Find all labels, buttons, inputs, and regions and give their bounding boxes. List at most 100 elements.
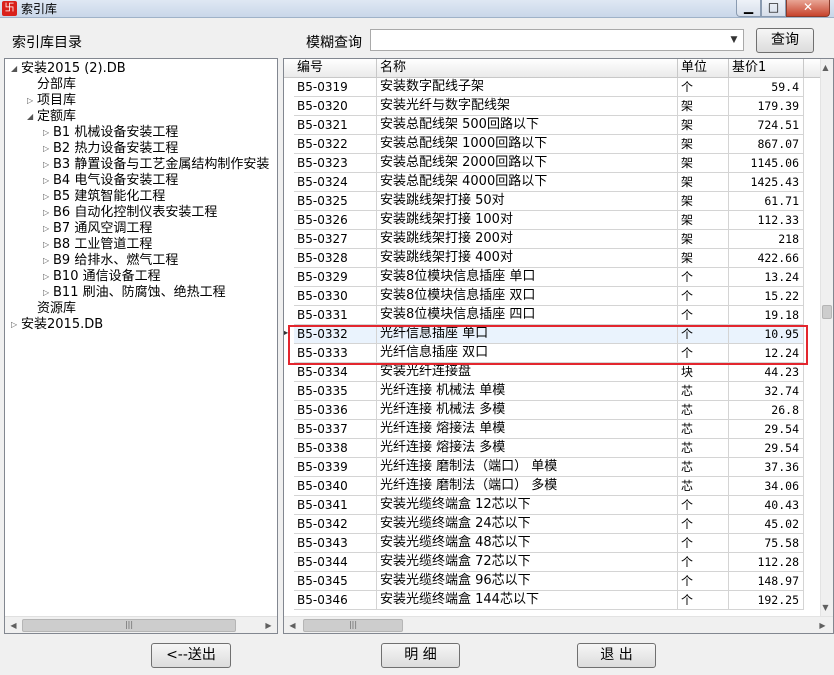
table-row[interactable]: B5-0343 安装光缆终端盒 48芯以下个 75.58 [284, 534, 821, 553]
current-row-indicator-icon: ▶ [284, 328, 288, 337]
cell-name: 安装光缆终端盒 96芯以下 [377, 572, 678, 591]
tree-item[interactable]: ▷ B1 机械设备安装工程 [43, 125, 178, 141]
table-row[interactable]: B5-0319 安装数字配线子架个 59.4 [284, 78, 821, 97]
table-row[interactable]: B5-0327 安装跳线架打接 200对架 218 [284, 230, 821, 249]
tree-item[interactable]: ▷ B2 热力设备安装工程 [43, 141, 178, 157]
tree-horizontal-scrollbar[interactable]: ◀ ||| ▶ [5, 616, 277, 633]
collapsed-triangle-icon[interactable]: ▷ [43, 189, 53, 205]
scrollbar-thumb[interactable] [822, 305, 832, 319]
table-row[interactable]: B5-0324 安装总配线架 4000回路以下架 1425.43 [284, 173, 821, 192]
collapsed-triangle-icon[interactable]: ▷ [43, 253, 53, 269]
send-button[interactable]: <--送出 [151, 643, 231, 668]
table-row[interactable]: B5-0346 安装光缆终端盒 144芯以下个 192.25 [284, 591, 821, 610]
query-button[interactable]: 查询 [756, 28, 814, 53]
table-row[interactable]: B5-0342 安装光缆终端盒 24芯以下个 45.02 [284, 515, 821, 534]
collapsed-triangle-icon[interactable]: ▷ [43, 173, 53, 189]
collapsed-triangle-icon[interactable]: ▷ [43, 157, 53, 173]
tree-item[interactable]: ▷ B5 建筑智能化工程 [43, 189, 165, 205]
table-row[interactable]: B5-0325 安装跳线架打接 50对架 61.71 [284, 192, 821, 211]
scroll-up-icon[interactable]: ▲ [819, 59, 832, 76]
tree-item[interactable]: 分部库 [27, 77, 76, 93]
collapsed-triangle-icon[interactable]: ▷ [43, 269, 53, 285]
collapsed-triangle-icon[interactable]: ▷ [43, 285, 53, 301]
tree-item[interactable]: ◢ 定额库 [27, 109, 76, 125]
table-row[interactable]: B5-0334 安装光纤连接盘块 44.23 [284, 363, 821, 382]
close-button[interactable]: ✕ [786, 0, 830, 17]
tree-item[interactable]: ▷ 项目库 [27, 93, 76, 109]
table-row[interactable]: B5-0345 安装光缆终端盒 96芯以下个 148.97 [284, 572, 821, 591]
cell-price: 724.51 [729, 116, 804, 135]
grid-horizontal-scrollbar[interactable]: ◀ ||| ▶ [284, 616, 833, 633]
table-row[interactable]: B5-0331 安装8位模块信息插座 四口个 19.18 [284, 306, 821, 325]
tree-item[interactable]: ▷ B4 电气设备安装工程 [43, 173, 178, 189]
collapsed-triangle-icon[interactable]: ▷ [11, 317, 21, 333]
table-row[interactable]: B5-0323 安装总配线架 2000回路以下架 1145.06 [284, 154, 821, 173]
detail-button[interactable]: 明 细 [381, 643, 460, 668]
exit-button[interactable]: 退 出 [577, 643, 656, 668]
index-tree[interactable]: ◢ 安装2015 (2).DB 分部库 ▷ 项目库 ◢ 定额库 ▷ B1 机械设备安装工程 ▷ B2… [4, 58, 278, 634]
table-row[interactable]: B5-0326 安装跳线架打接 100对架 112.33 [284, 211, 821, 230]
table-row[interactable]: B5-0333 光纤信息插座 双口个 12.24 [284, 344, 821, 363]
table-row[interactable]: B5-0338 光纤连接 熔接法 多模芯 29.54 [284, 439, 821, 458]
cell-code: B5-0346 [294, 591, 377, 610]
collapsed-triangle-icon[interactable]: ▷ [43, 221, 53, 237]
cell-name: 光纤信息插座 双口 [377, 344, 678, 363]
tree-item[interactable]: ▷ B11 刷油、防腐蚀、绝热工程 [43, 285, 226, 301]
scroll-right-icon[interactable]: ▶ [814, 617, 831, 633]
collapsed-triangle-icon[interactable]: ▷ [27, 93, 37, 109]
table-row[interactable]: B5-0344 安装光缆终端盒 72芯以下个 112.28 [284, 553, 821, 572]
table-row[interactable]: B5-0328 安装跳线架打接 400对架 422.66 [284, 249, 821, 268]
cell-name: 安装总配线架 4000回路以下 [377, 173, 678, 192]
expanded-triangle-icon[interactable]: ◢ [27, 109, 37, 125]
table-row[interactable]: B5-0329 安装8位模块信息插座 单口个 13.24 [284, 268, 821, 287]
scroll-down-icon[interactable]: ▼ [819, 599, 832, 616]
expanded-triangle-icon[interactable]: ◢ [11, 61, 21, 77]
scroll-left-icon[interactable]: ◀ [5, 617, 22, 633]
chevron-down-icon[interactable]: ▼ [726, 31, 742, 49]
cell-code: B5-0340 [294, 477, 377, 496]
tree-item[interactable]: ▷ 安装2015.DB [11, 317, 103, 333]
cell-unit: 个 [678, 287, 729, 306]
column-header-name[interactable]: 名称 [377, 59, 678, 78]
scrollbar-thumb[interactable]: ||| [303, 619, 403, 632]
tree-item[interactable]: 资源库 [27, 301, 76, 317]
column-header-code[interactable]: 编号 [294, 59, 377, 78]
cell-name: 安装8位模块信息插座 四口 [377, 306, 678, 325]
cell-unit: 个 [678, 534, 729, 553]
column-header-price[interactable]: 基价1 [729, 59, 804, 78]
cell-code: B5-0319 [294, 78, 377, 97]
table-row[interactable]: B5-0330 安装8位模块信息插座 双口个 15.22 [284, 287, 821, 306]
table-row[interactable]: B5-0335 光纤连接 机械法 单模芯 32.74 [284, 382, 821, 401]
table-row[interactable]: ▶ B5-0332光纤信息插座 单口个10.95 [284, 325, 821, 344]
tree-item[interactable]: ▷ B7 通风空调工程 [43, 221, 152, 237]
scroll-left-icon[interactable]: ◀ [284, 617, 301, 633]
table-row[interactable]: B5-0341 安装光缆终端盒 12芯以下个 40.43 [284, 496, 821, 515]
scroll-right-icon[interactable]: ▶ [260, 617, 277, 633]
tree-item[interactable]: ▷ B10 通信设备工程 [43, 269, 161, 285]
table-row[interactable]: B5-0336 光纤连接 机械法 多模芯 26.8 [284, 401, 821, 420]
collapsed-triangle-icon[interactable]: ▷ [43, 125, 53, 141]
maximize-button[interactable]: □ [761, 0, 786, 17]
grid-vertical-scrollbar[interactable]: ▲ ▼ [820, 59, 833, 618]
collapsed-triangle-icon[interactable]: ▷ [43, 141, 53, 157]
table-row[interactable]: B5-0321 安装总配线架 500回路以下架 724.51 [284, 116, 821, 135]
table-row[interactable]: B5-0337 光纤连接 熔接法 单模芯 29.54 [284, 420, 821, 439]
fuzzy-search-input[interactable] [370, 29, 744, 51]
scrollbar-thumb[interactable]: ||| [22, 619, 236, 632]
table-row[interactable]: B5-0322 安装总配线架 1000回路以下架 867.07 [284, 135, 821, 154]
minimize-button[interactable]: ▁ [736, 0, 761, 17]
tree-item[interactable]: ▷ B8 工业管道工程 [43, 237, 152, 253]
cell-code: B5-0334 [294, 363, 377, 382]
tree-item[interactable]: ▷ B3 静置设备与工艺金属结构制作安装 [43, 157, 269, 173]
table-row[interactable]: B5-0320 安装光纤与数字配线架架 179.39 [284, 97, 821, 116]
quota-grid[interactable]: 编号 名称 单位 基价1 B5-0319 安装数字配线子架个 59.4 B5-0320… [283, 58, 834, 634]
table-row[interactable]: B5-0339 光纤连接 磨制法（端口） 单模芯 37.36 [284, 458, 821, 477]
tree-item[interactable]: ▷ B6 自动化控制仪表安装工程 [43, 205, 217, 221]
collapsed-triangle-icon[interactable]: ▷ [43, 237, 53, 253]
tree-item[interactable]: ◢ 安装2015 (2).DB [11, 61, 126, 77]
column-header-unit[interactable]: 单位 [678, 59, 729, 78]
cell-price: 44.23 [729, 363, 804, 382]
tree-item[interactable]: ▷ B9 给排水、燃气工程 [43, 253, 178, 269]
table-row[interactable]: B5-0340 光纤连接 磨制法（端口） 多模芯 34.06 [284, 477, 821, 496]
collapsed-triangle-icon[interactable]: ▷ [43, 205, 53, 221]
